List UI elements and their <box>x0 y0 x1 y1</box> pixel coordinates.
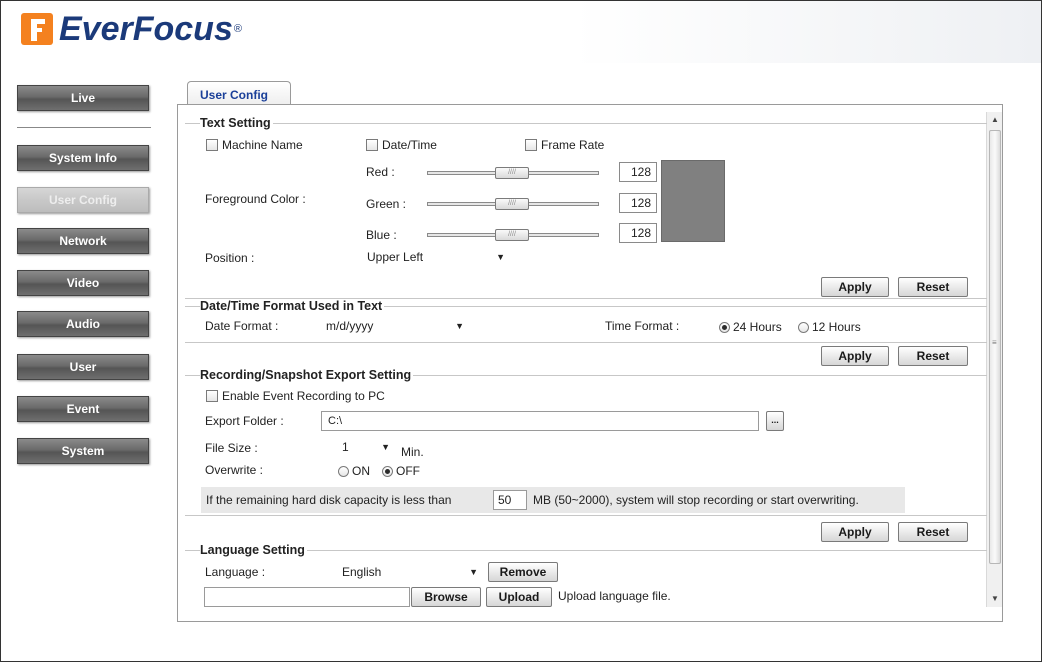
remove-language-button[interactable]: Remove <box>488 562 558 582</box>
sidebar-item-live[interactable]: Live <box>17 85 149 111</box>
position-select[interactable]: Upper Left ▼ <box>362 247 510 267</box>
folder-browse-button[interactable]: ... <box>766 411 784 431</box>
date-format-select[interactable]: m/d/yyyy ▼ <box>321 316 469 336</box>
file-size-value: 1 <box>342 440 349 454</box>
grip-icon: ≡ <box>992 338 997 347</box>
overwrite-on-label: ON <box>352 464 370 478</box>
export-folder-input[interactable]: C:\ <box>321 411 759 431</box>
datetime-reset-button[interactable]: Reset <box>898 346 968 366</box>
sidebar-item-event[interactable]: Event <box>17 396 149 422</box>
scroll-down-arrow-icon[interactable]: ▼ <box>987 591 1003 607</box>
export-title: Recording/Snapshot Export Setting <box>200 368 414 382</box>
export-apply-button[interactable]: Apply <box>821 522 889 542</box>
overwrite-on-radio[interactable] <box>338 466 349 477</box>
enable-recording-checkbox[interactable] <box>206 390 218 402</box>
time-format-label: Time Format : <box>605 319 680 333</box>
export-folder-label: Export Folder : <box>205 414 284 428</box>
text-setting-title: Text Setting <box>200 116 273 130</box>
sidebar-item-user-config[interactable]: User Config <box>17 187 149 213</box>
time-format-12-label: 12 Hours <box>812 320 861 334</box>
blue-value-field[interactable]: 128 <box>619 223 657 243</box>
blue-slider-thumb[interactable]: //// <box>495 229 529 241</box>
scroll-up-arrow-icon[interactable]: ▲ <box>987 112 1003 128</box>
chevron-down-icon: ▼ <box>381 442 390 452</box>
overwrite-off-radio[interactable] <box>382 466 393 477</box>
green-slider-thumb[interactable]: //// <box>495 198 529 210</box>
registered-mark: ® <box>233 23 242 35</box>
time-format-12-option[interactable]: 12 Hours <box>798 320 861 334</box>
time-format-24-label: 24 Hours <box>733 320 782 334</box>
sidebar-item-video[interactable]: Video <box>17 270 149 296</box>
green-value-field[interactable]: 128 <box>619 193 657 213</box>
brand-name: EverFocus <box>59 9 233 48</box>
capacity-threshold-input[interactable]: 50 <box>493 490 527 510</box>
frame-rate-option[interactable]: Frame Rate <box>525 138 604 152</box>
time-format-24-option[interactable]: 24 Hours <box>719 320 782 334</box>
language-file-input[interactable] <box>204 587 410 607</box>
language-label: Language : <box>205 565 266 579</box>
overwrite-off-label: OFF <box>396 464 420 478</box>
language-title: Language Setting <box>200 543 307 557</box>
enable-recording-option[interactable]: Enable Event Recording to PC <box>206 389 385 403</box>
overwrite-on-option[interactable]: ON <box>338 464 370 478</box>
file-size-label: File Size : <box>205 441 258 455</box>
language-select[interactable]: English ▼ <box>337 562 483 582</box>
text-setting-apply-button[interactable]: Apply <box>821 277 889 297</box>
file-size-select[interactable]: 1 ▼ <box>337 437 395 457</box>
browser-frame: EverFocus ® Live System Info User Config… <box>0 0 1042 662</box>
scrollbar-thumb[interactable]: ≡ <box>989 130 1001 564</box>
tab-user-config[interactable]: User Config <box>187 81 291 105</box>
date-time-checkbox[interactable] <box>366 139 378 151</box>
date-time-label: Date/Time <box>382 138 437 152</box>
capacity-prefix-text: If the remaining hard disk capacity is l… <box>206 493 452 507</box>
chevron-down-icon: ▼ <box>455 321 464 331</box>
sidebar-item-system[interactable]: System <box>17 438 149 464</box>
time-format-24-radio[interactable] <box>719 322 730 333</box>
red-label: Red : <box>366 165 395 179</box>
time-format-12-radio[interactable] <box>798 322 809 333</box>
position-label: Position : <box>205 251 255 265</box>
vertical-scrollbar[interactable]: ▲ ≡ ▼ <box>986 112 1002 607</box>
machine-name-option[interactable]: Machine Name <box>206 138 303 152</box>
everfocus-logo-icon <box>21 13 53 45</box>
machine-name-label: Machine Name <box>222 138 303 152</box>
overwrite-off-option[interactable]: OFF <box>382 464 420 478</box>
red-value-field[interactable]: 128 <box>619 162 657 182</box>
enable-recording-label: Enable Event Recording to PC <box>222 389 385 403</box>
chevron-down-icon: ▼ <box>496 252 505 262</box>
browse-language-button[interactable]: Browse <box>411 587 481 607</box>
upload-language-button[interactable]: Upload <box>486 587 552 607</box>
machine-name-checkbox[interactable] <box>206 139 218 151</box>
sidebar-divider <box>17 127 151 128</box>
sidebar-item-system-info[interactable]: System Info <box>17 145 149 171</box>
datetime-apply-button[interactable]: Apply <box>821 346 889 366</box>
date-format-value: m/d/yyyy <box>326 319 374 333</box>
chevron-down-icon: ▼ <box>469 567 478 577</box>
green-label: Green : <box>366 197 407 211</box>
red-slider-thumb[interactable]: //// <box>495 167 529 179</box>
sidebar-item-user[interactable]: User <box>17 354 149 380</box>
foreground-color-label: Foreground Color : <box>205 192 306 206</box>
text-setting-reset-button[interactable]: Reset <box>898 277 968 297</box>
frame-rate-label: Frame Rate <box>541 138 605 152</box>
overwrite-label: Overwrite : <box>205 463 264 477</box>
position-select-value: Upper Left <box>367 250 424 264</box>
date-time-option[interactable]: Date/Time <box>366 138 437 152</box>
sidebar-item-audio[interactable]: Audio <box>17 311 149 337</box>
sidebar-item-network[interactable]: Network <box>17 228 149 254</box>
export-reset-button[interactable]: Reset <box>898 522 968 542</box>
upload-hint-text: Upload language file. <box>558 589 671 603</box>
header: EverFocus ® <box>1 1 1041 63</box>
datetime-format-title: Date/Time Format Used in Text <box>200 299 385 313</box>
capacity-suffix-text: MB (50~2000), system will stop recording… <box>533 493 859 507</box>
blue-label: Blue : <box>366 228 397 242</box>
frame-rate-checkbox[interactable] <box>525 139 537 151</box>
file-size-unit: Min. <box>401 445 424 459</box>
date-format-label: Date Format : <box>205 319 279 333</box>
language-value: English <box>342 565 382 579</box>
foreground-color-preview <box>661 160 725 242</box>
brand-logo: EverFocus ® <box>21 9 242 48</box>
